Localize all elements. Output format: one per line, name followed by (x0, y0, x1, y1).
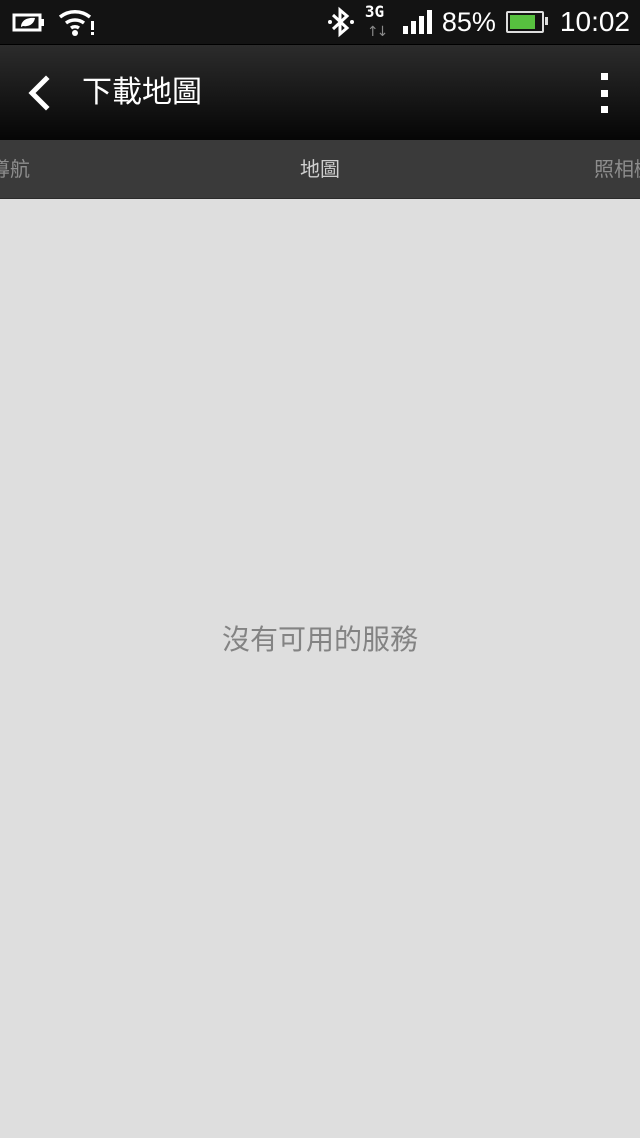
chevron-left-icon (28, 75, 50, 111)
status-time: 10:02 (559, 6, 630, 37)
empty-state-message: 沒有可用的服務 (221, 623, 418, 656)
tab-bar: 導航 地圖 照相機 (0, 140, 640, 199)
battery-percent: 85% (441, 6, 496, 37)
overflow-menu-icon (600, 73, 608, 80)
page-title: 下載地圖 (82, 75, 202, 110)
back-button[interactable] (20, 73, 60, 113)
battery-fill (509, 15, 536, 29)
network-type-label: 3G (364, 2, 385, 21)
signal-icon (402, 10, 432, 34)
status-right: 3G ↑↓ 85% 10:02 (327, 2, 630, 41)
overflow-menu-button[interactable] (596, 73, 612, 113)
tab-maps[interactable]: 地圖 (0, 140, 640, 198)
data-arrows-icon: ↑↓ (366, 24, 389, 40)
overflow-dot (600, 89, 608, 97)
status-bar: 3G ↑↓ 85% 10:02 (0, 0, 640, 44)
3g-data-icon: 3G ↑↓ (364, 2, 393, 41)
battery-icon (505, 11, 548, 33)
status-left (12, 6, 96, 38)
overflow-dot (600, 106, 608, 113)
wifi-icon (58, 9, 94, 36)
action-bar: 下載地圖 (0, 44, 640, 141)
bluetooth-icon (327, 6, 354, 38)
tab-camera[interactable]: 照相機 (594, 140, 640, 198)
leaf-battery-icon (12, 13, 44, 32)
